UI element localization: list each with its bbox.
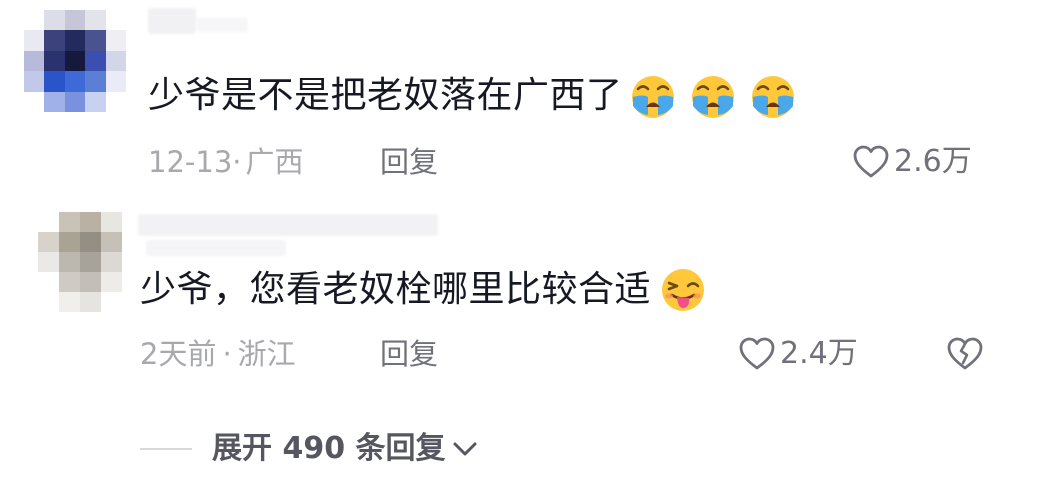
username-blurred[interactable]	[148, 8, 196, 34]
dislike-button[interactable]	[946, 336, 984, 372]
expand-replies-button[interactable]: 展开 490 条回复	[212, 430, 478, 468]
comment-text: 少爷，您看老奴栓哪里比较合适	[140, 266, 707, 314]
comment-body: 少爷是不是把老奴落在广西了	[148, 75, 623, 116]
reply-button[interactable]: 回复	[380, 336, 438, 372]
loudly-crying-face-icon	[749, 72, 797, 120]
like-count: 2.4万	[780, 336, 858, 371]
heart-icon	[853, 145, 889, 178]
like-button[interactable]: 2.4万	[738, 336, 858, 372]
comment-location: 广西	[245, 145, 304, 179]
comment-meta: 12-13· 广西	[148, 144, 304, 180]
heart-icon	[739, 337, 775, 370]
broken-heart-icon	[947, 337, 983, 370]
like-count: 2.6万	[894, 144, 972, 179]
chevron-down-icon	[453, 442, 477, 456]
comment-text: 少爷是不是把老奴落在广西了	[148, 72, 797, 120]
meta-separator: ·	[222, 337, 232, 371]
reply-button[interactable]: 回复	[380, 144, 438, 180]
meta-separator: ·	[232, 145, 242, 179]
avatar[interactable]	[38, 212, 122, 312]
comment-section: 少爷是不是把老奴落在广西了 12-13· 广西 回复 2.6万 少爷，您看老奴栓…	[0, 0, 1048, 498]
winking-face-with-tongue-icon	[659, 266, 707, 314]
comment-location: 浙江	[237, 337, 296, 371]
username-blurred[interactable]	[138, 214, 438, 236]
username-blurred[interactable]	[196, 18, 248, 32]
expand-replies-label: 展开 490 条回复	[212, 431, 446, 466]
comment-date: 2天前	[140, 337, 217, 371]
divider-line	[140, 448, 192, 450]
like-button[interactable]: 2.6万	[852, 144, 972, 180]
comment-meta: 2天前 · 浙江	[140, 336, 296, 372]
comment-date: 12-13	[148, 145, 233, 179]
comment-body: 少爷，您看老奴栓哪里比较合适	[140, 269, 652, 310]
loudly-crying-face-icon	[689, 72, 737, 120]
avatar[interactable]	[24, 10, 126, 112]
loudly-crying-face-icon	[629, 72, 677, 120]
username-blurred[interactable]	[146, 240, 286, 256]
